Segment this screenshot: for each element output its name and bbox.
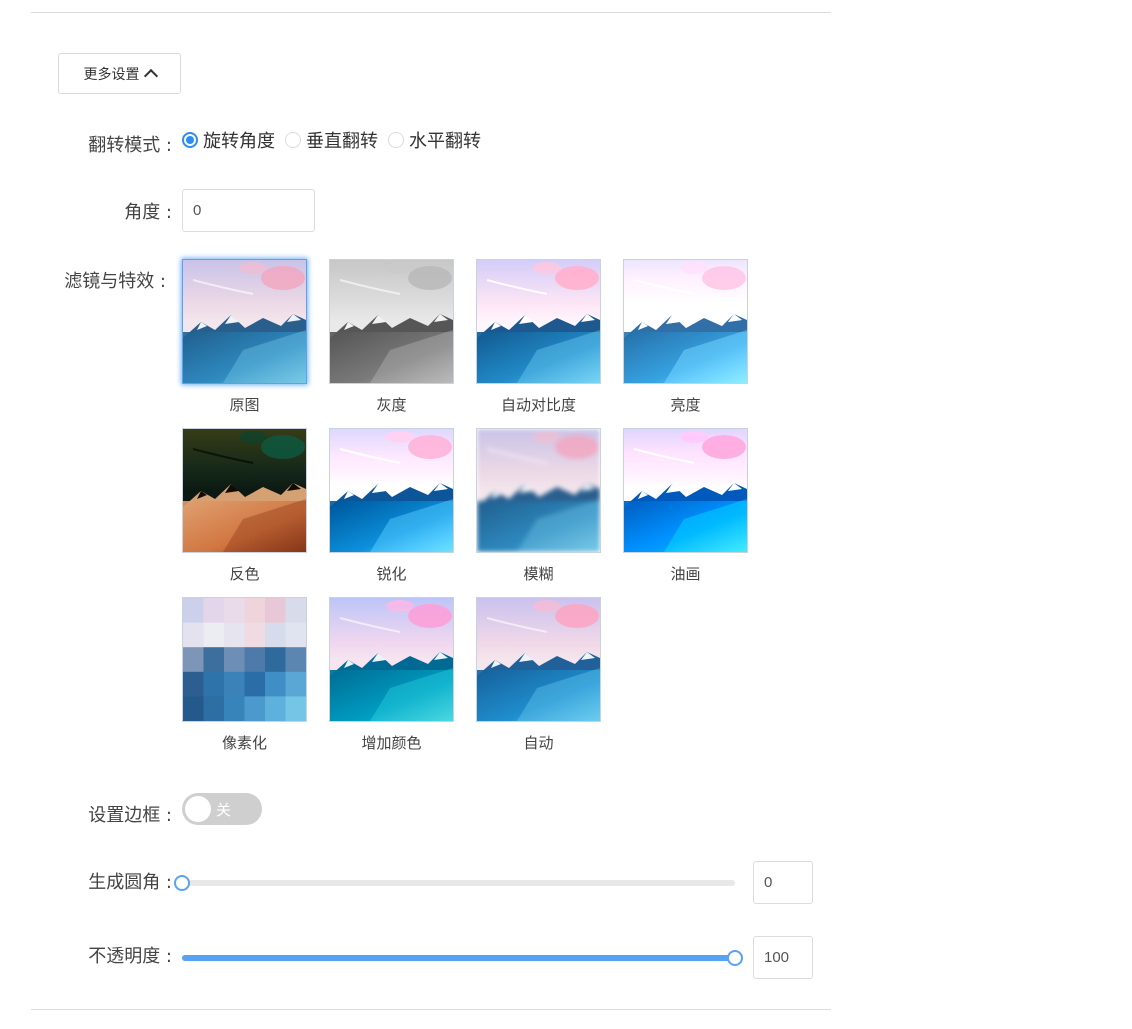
filters-label: 滤镜与特效 : (64, 271, 166, 292)
angle-input[interactable] (182, 189, 315, 232)
radio-rotate-angle[interactable]: 旋转角度 (182, 127, 275, 153)
filter-option[interactable]: 自动 (476, 597, 601, 753)
radio-vertical-flip[interactable]: 垂直翻转 (285, 127, 378, 153)
filter-thumbnail-image (182, 259, 307, 384)
filter-option[interactable]: 油画 (623, 428, 748, 584)
filter-thumbnail-image (329, 428, 454, 553)
flip-mode-label: 翻转模式 : (88, 135, 172, 156)
filter-label: 反色 (229, 565, 260, 583)
angle-label: 角度 : (124, 202, 172, 223)
filter-option[interactable]: 像素化 (182, 597, 307, 753)
filter-label: 增加颜色 (361, 734, 422, 752)
filter-label: 原图 (229, 396, 260, 414)
filter-thumbnail-image (329, 597, 454, 722)
corner-radius-slider[interactable] (174, 875, 735, 891)
opacity-slider[interactable] (182, 950, 743, 966)
radio-circle (182, 132, 198, 148)
filter-label: 亮度 (670, 396, 701, 414)
filter-thumbnail-image (182, 597, 307, 722)
radio-circle (285, 132, 301, 148)
filter-thumbnail-image (329, 259, 454, 384)
radio-horizontal-flip[interactable]: 水平翻转 (388, 127, 481, 153)
filter-option[interactable]: 锐化 (329, 428, 454, 584)
filter-label: 像素化 (221, 734, 267, 752)
opacity-label: 不透明度 : (88, 946, 172, 967)
filter-thumbnail-image (182, 428, 307, 553)
bottom-divider (31, 1009, 831, 1010)
slider-handle[interactable] (174, 875, 190, 891)
toggle-knob (185, 796, 211, 822)
top-divider (31, 12, 831, 13)
filter-label: 灰度 (376, 396, 407, 414)
radio-label: 水平翻转 (409, 131, 481, 152)
flip-mode-radio-group: 旋转角度 垂直翻转 水平翻转 (182, 127, 483, 153)
border-label: 设置边框 : (88, 805, 172, 826)
slider-fill (182, 955, 735, 961)
filter-option[interactable]: 灰度 (329, 259, 454, 415)
filter-option[interactable]: 反色 (182, 428, 307, 584)
more-settings-label: 更多设置 (83, 66, 140, 83)
filter-label: 自动 (523, 734, 554, 752)
radio-label: 垂直翻转 (306, 131, 378, 152)
filter-thumbnail-image (476, 428, 601, 553)
filter-option[interactable]: 自动对比度 (476, 259, 601, 415)
filter-label: 油画 (670, 565, 701, 583)
more-settings-button[interactable]: 更多设置 (58, 53, 181, 94)
filter-thumbnail-image (476, 259, 601, 384)
chevron-up-icon (143, 68, 158, 84)
filter-option[interactable]: 亮度 (623, 259, 748, 415)
corner-radius-label: 生成圆角 : (88, 872, 172, 893)
corner-radius-input[interactable] (753, 861, 813, 904)
filter-label: 模糊 (523, 565, 554, 583)
opacity-input[interactable] (753, 936, 813, 979)
filter-option[interactable]: 模糊 (476, 428, 601, 584)
filter-option[interactable]: 原图 (182, 259, 307, 415)
filter-label: 自动对比度 (500, 396, 576, 414)
filter-option[interactable]: 增加颜色 (329, 597, 454, 753)
filter-thumbnail-image (623, 259, 748, 384)
toggle-text: 关 (216, 801, 232, 819)
filter-thumbnail-image (623, 428, 748, 553)
border-toggle[interactable]: 关 (182, 793, 262, 825)
radio-label: 旋转角度 (203, 131, 275, 152)
filter-thumbnail-image (476, 597, 601, 722)
radio-circle (388, 132, 404, 148)
slider-handle[interactable] (727, 950, 743, 966)
filter-label: 锐化 (376, 565, 407, 583)
